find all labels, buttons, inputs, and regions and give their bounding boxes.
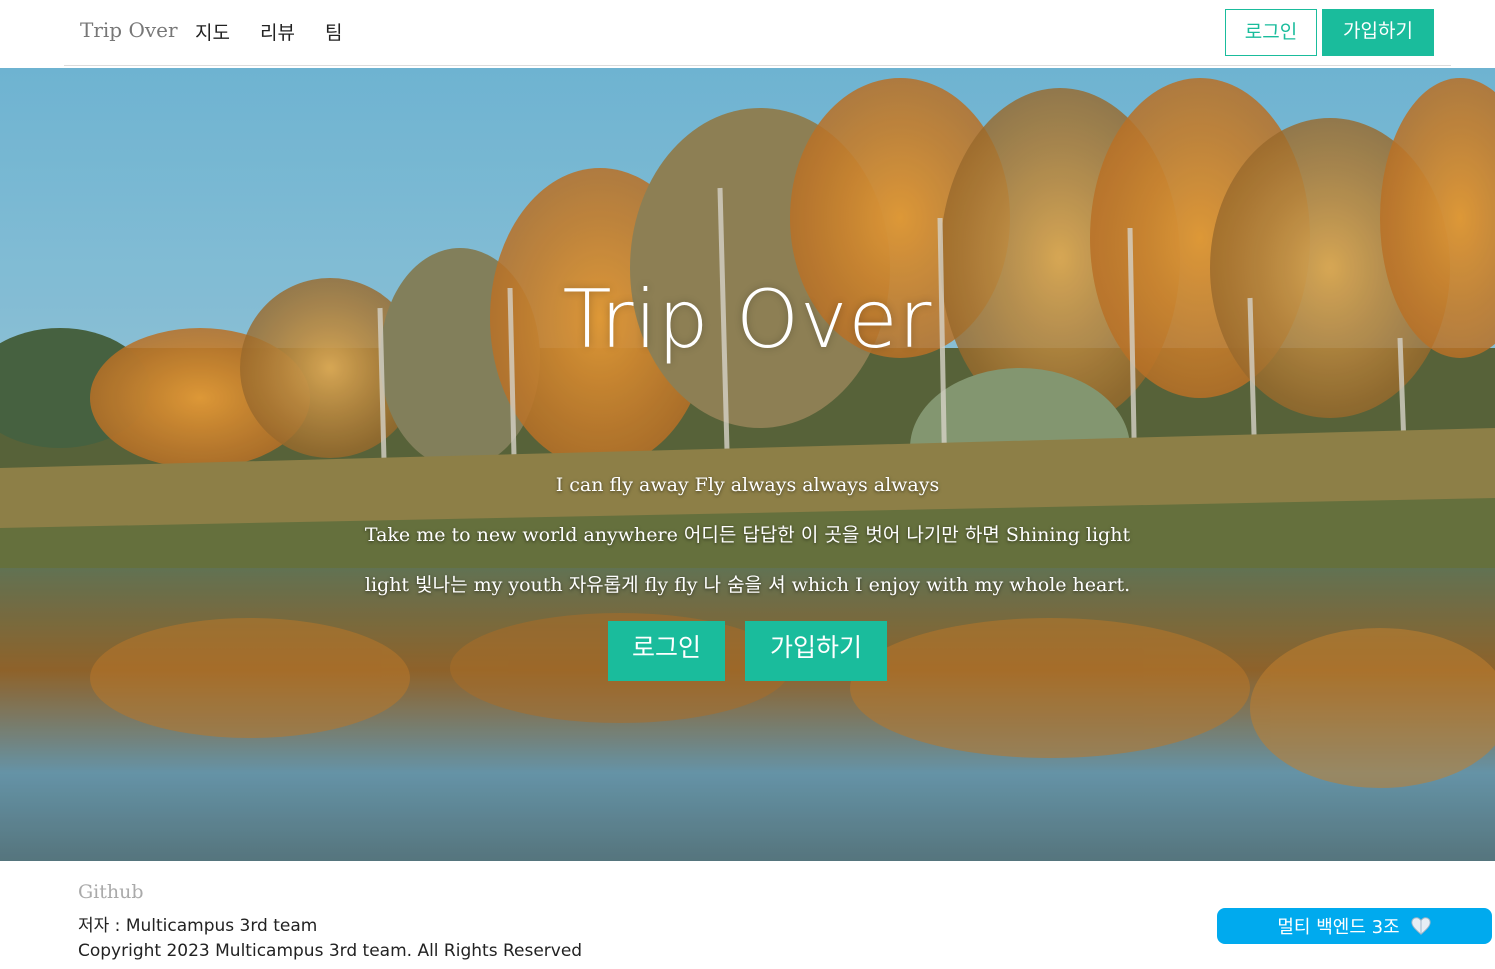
nav-menu: 지도 리뷰 팀 (195, 18, 342, 45)
chat-badge-button[interactable]: 멀티 백엔드 3조 (1217, 908, 1492, 944)
github-link[interactable]: Github (78, 881, 144, 903)
nav-item-review[interactable]: 리뷰 (260, 18, 295, 45)
nav-item-map[interactable]: 지도 (195, 18, 230, 45)
chat-badge-label: 멀티 백엔드 3조 (1277, 917, 1400, 938)
hero-signup-button[interactable]: 가입하기 (745, 621, 887, 681)
hero-login-button[interactable]: 로그인 (608, 621, 725, 681)
hero-actions: 로그인 가입하기 (0, 621, 1495, 681)
nav-login-button[interactable]: 로그인 (1225, 9, 1317, 56)
hero-background-image (0, 68, 1495, 861)
nav-actions: 로그인 가입하기 (1225, 9, 1434, 56)
hero-line-3: light 빛나는 my youth 자유롭게 fly fly 나 숨을 셔 w… (364, 574, 1131, 596)
hero-section: Trip Over I can fly away Fly always alwa… (0, 68, 1495, 861)
heart-icon (1410, 917, 1431, 935)
brand-link[interactable]: Trip Over (80, 18, 178, 42)
hero-title: Trip Over (562, 273, 933, 366)
navbar: Trip Over 지도 리뷰 팀 로그인 가입하기 (0, 0, 1495, 66)
nav-signup-button[interactable]: 가입하기 (1322, 9, 1434, 56)
navbar-divider (64, 65, 1451, 66)
footer-author: 저자 : Multicampus 3rd team (78, 916, 318, 936)
hero-line-2: Take me to new world anywhere 어디든 답답한 이 … (364, 524, 1131, 546)
nav-item-team[interactable]: 팀 (325, 18, 342, 45)
footer: Github 저자 : Multicampus 3rd team Copyrig… (0, 861, 1495, 969)
hero-lyrics: I can fly away Fly always always always … (0, 470, 1495, 620)
hero-line-1: I can fly away Fly always always always (555, 474, 940, 496)
footer-copyright: Copyright 2023 Multicampus 3rd team. All… (78, 941, 583, 961)
